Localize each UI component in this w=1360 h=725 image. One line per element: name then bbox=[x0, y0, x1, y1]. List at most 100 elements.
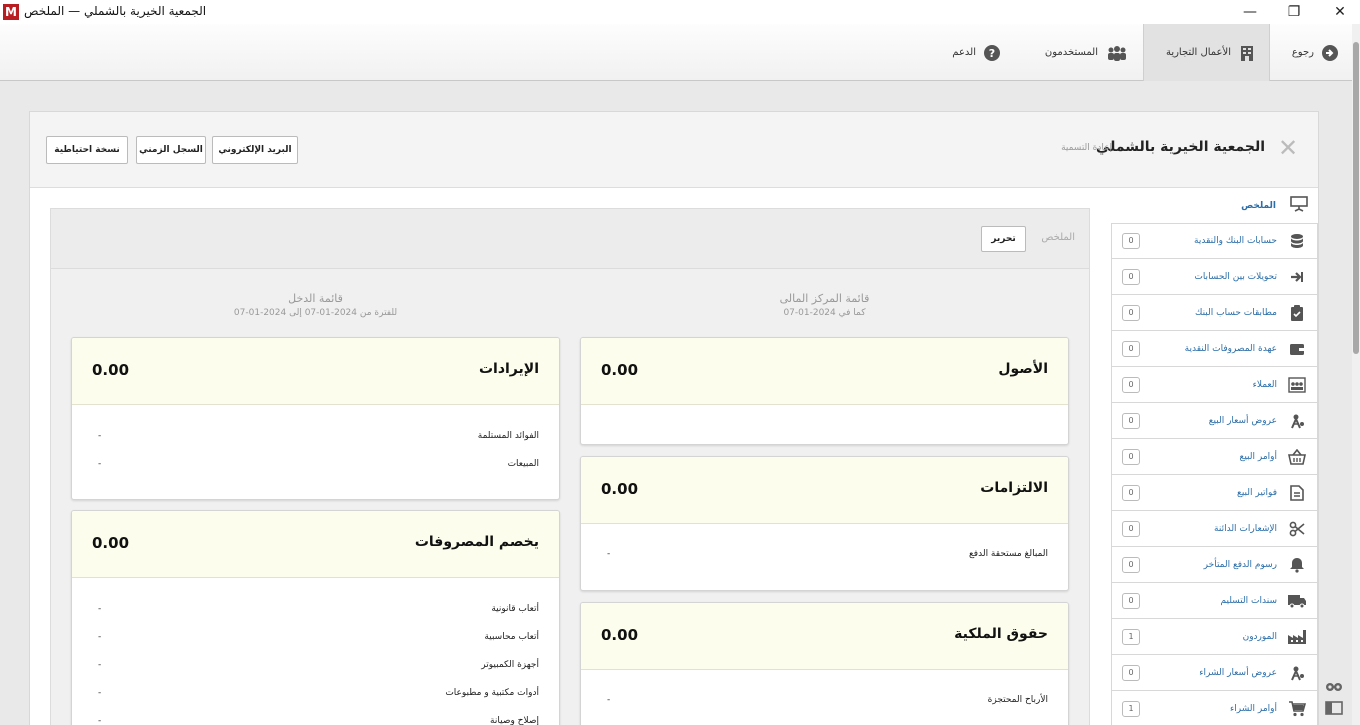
sidebar-item-summary[interactable]: الملخص bbox=[1241, 196, 1308, 215]
sidebar-item[interactable]: 0 عروض أسعار الشراء bbox=[1111, 655, 1318, 691]
sidebar-item[interactable]: 0 عهدة المصروفات النقدية bbox=[1111, 331, 1318, 367]
sidebar-item-label: مطابقات حساب البنك bbox=[1194, 307, 1277, 318]
account-label: المبالغ مستحقة الدفع bbox=[969, 549, 1048, 559]
help-circle-icon: ? bbox=[984, 44, 1000, 61]
nav-users[interactable]: المستخدمون bbox=[1030, 24, 1142, 81]
sidebar-item[interactable]: 0 عروض أسعار البيع bbox=[1111, 403, 1318, 439]
cart-icon bbox=[1287, 699, 1307, 719]
account-value: - bbox=[607, 695, 611, 705]
sidebar-item[interactable]: 0 مطابقات حساب البنك bbox=[1111, 295, 1318, 331]
glasses-icon[interactable] bbox=[1325, 678, 1343, 694]
income-total: 0.00 bbox=[92, 361, 130, 379]
account-value: - bbox=[98, 660, 102, 670]
sidebar-item[interactable]: 1 الموردون bbox=[1111, 619, 1318, 655]
assets-card-header: الأصول 0.00 bbox=[581, 338, 1068, 405]
count-badge: 1 bbox=[1122, 628, 1140, 645]
account-value: - bbox=[98, 431, 102, 441]
edit-button[interactable]: تحرير bbox=[981, 226, 1026, 252]
sidebar-item-label: الموردون bbox=[1242, 631, 1277, 642]
summary-content: الملخص تحرير قائمة المركز المالى كما في … bbox=[50, 208, 1090, 725]
sidebar-item-label: فواتير البيع bbox=[1237, 487, 1277, 498]
maximize-button[interactable]: ❐ bbox=[1284, 2, 1304, 22]
rename-link[interactable]: إعادة التسمية bbox=[1061, 143, 1112, 153]
truck-icon bbox=[1287, 591, 1307, 611]
minimize-button[interactable]: — bbox=[1240, 2, 1260, 22]
income-statement-subtitle: للفترة من 2024-01-07 إلى 2024-01-07 bbox=[233, 308, 398, 318]
liabilities-card: الالتزامات 0.00 المبالغ مستحقة الدفع - bbox=[580, 456, 1069, 591]
account-row[interactable]: أجهزة الكمبيوتر - bbox=[72, 653, 559, 681]
clipboard-check-icon bbox=[1287, 303, 1307, 323]
sidebar-item[interactable]: 1 أوامر الشراء bbox=[1111, 691, 1318, 725]
customers-icon bbox=[1287, 375, 1307, 395]
nav-back-label: رجوع bbox=[1291, 47, 1314, 58]
account-label: المبيعات bbox=[507, 459, 539, 469]
sidebar-item[interactable]: 0 سندات التسليم bbox=[1111, 583, 1318, 619]
account-row[interactable]: أتعاب محاسبية - bbox=[72, 625, 559, 653]
account-label: أتعاب قانونية bbox=[491, 604, 539, 614]
account-row[interactable]: أتعاب قانونية - bbox=[72, 597, 559, 625]
account-row[interactable]: أدوات مكتبية و مطبوعات - bbox=[72, 681, 559, 709]
account-row[interactable]: المبالغ مستحقة الدفع - bbox=[581, 542, 1068, 570]
income-card-header: الإيرادات 0.00 bbox=[72, 338, 559, 405]
sidebar-item[interactable]: 0 تحويلات بين الحسابات bbox=[1111, 259, 1318, 295]
sidebar-item[interactable]: 0 فواتير البيع bbox=[1111, 475, 1318, 511]
account-row[interactable]: الأرباح المحتجزة - bbox=[581, 688, 1068, 716]
balance-sheet-title[interactable]: قائمة المركز المالى bbox=[580, 291, 1069, 306]
expenses-title: يخصم المصروفات bbox=[414, 534, 539, 550]
sidebar-item[interactable]: 0 رسوم الدفع المتأخر bbox=[1111, 547, 1318, 583]
equity-total: 0.00 bbox=[601, 626, 639, 644]
income-statement-title[interactable]: قائمة الدخل bbox=[71, 291, 560, 306]
wallet-icon bbox=[1287, 339, 1307, 359]
factory-icon bbox=[1287, 627, 1307, 647]
count-badge: 0 bbox=[1122, 233, 1140, 249]
close-window-button[interactable]: ✕ bbox=[1330, 2, 1350, 22]
assets-total: 0.00 bbox=[601, 361, 639, 379]
close-business-icon[interactable]: ✕ bbox=[1276, 136, 1300, 160]
sidebar-item[interactable]: 0 الإشعارات الدائنة bbox=[1111, 511, 1318, 547]
expenses-total: 0.00 bbox=[92, 534, 130, 552]
count-badge: 0 bbox=[1122, 340, 1140, 357]
sidebar-item-label: الإشعارات الدائنة bbox=[1214, 523, 1277, 534]
quote-icon bbox=[1287, 663, 1307, 683]
database-icon bbox=[1287, 231, 1307, 251]
count-badge: 0 bbox=[1122, 376, 1140, 393]
nav-back[interactable]: رجوع bbox=[1270, 24, 1352, 81]
email-button[interactable]: البريد الإلكتروني bbox=[212, 136, 298, 164]
timeline-button[interactable]: السجل الزمني bbox=[136, 136, 206, 164]
business-header: ✕ الجمعية الخيرية بالشملي إعادة التسمية … bbox=[30, 112, 1318, 188]
count-badge: 0 bbox=[1122, 304, 1140, 321]
account-row[interactable]: الفوائد المستلمة - bbox=[72, 424, 559, 452]
sidebar-item-label: سندات التسليم bbox=[1220, 595, 1278, 606]
sidebar-item-label: عهدة المصروفات النقدية bbox=[1184, 343, 1277, 354]
count-badge: 0 bbox=[1122, 520, 1140, 537]
sidebar-toggle-icon[interactable] bbox=[1325, 700, 1343, 716]
backup-button[interactable]: نسخة احتياطية bbox=[46, 136, 128, 164]
balance-sheet-heading: قائمة المركز المالى كما في 2024-01-07 bbox=[580, 291, 1069, 321]
account-value: - bbox=[98, 604, 102, 614]
assets-card: الأصول 0.00 bbox=[580, 337, 1069, 445]
page-scrollbar[interactable] bbox=[1352, 24, 1360, 725]
income-statement-heading: قائمة الدخل للفترة من 2024-01-07 إلى 202… bbox=[71, 291, 560, 321]
nav-business[interactable]: الأعمال التجارية bbox=[1143, 24, 1270, 81]
users-icon bbox=[1106, 45, 1128, 61]
top-navigation: رجوع الأعمال التجارية المستخدمون ? الدعم bbox=[0, 24, 1360, 81]
expenses-card: يخصم المصروفات 0.00 أتعاب قانونية - أتعا… bbox=[71, 510, 560, 725]
account-label: أدوات مكتبية و مطبوعات bbox=[445, 688, 539, 698]
account-row[interactable]: إصلاح وصيانة - bbox=[72, 709, 559, 725]
account-label: الأرباح المحتجزة bbox=[987, 695, 1048, 705]
sidebar-item[interactable]: 0 العملاء bbox=[1111, 367, 1318, 403]
nav-support[interactable]: ? الدعم bbox=[944, 24, 1014, 81]
window-title: الجمعية الخيرية بالشملي — الملخص bbox=[24, 4, 207, 18]
account-row[interactable]: المبيعات - bbox=[72, 452, 559, 480]
sidebar-item[interactable]: 0 حسابات البنك والنقدية bbox=[1111, 223, 1318, 259]
sidebar-item[interactable]: 0 أوامر البيع bbox=[1111, 439, 1318, 475]
count-badge: 0 bbox=[1122, 448, 1140, 465]
scroll-thumb[interactable] bbox=[1353, 42, 1359, 354]
count-badge: 0 bbox=[1122, 484, 1140, 501]
sidebar-item-label: حسابات البنك والنقدية bbox=[1194, 236, 1277, 246]
invoice-icon bbox=[1287, 483, 1307, 503]
scissors-icon bbox=[1287, 519, 1307, 539]
app-logo: M bbox=[3, 4, 19, 20]
liabilities-card-header: الالتزامات 0.00 bbox=[581, 457, 1068, 524]
arrow-right-circle-icon bbox=[1322, 44, 1338, 61]
